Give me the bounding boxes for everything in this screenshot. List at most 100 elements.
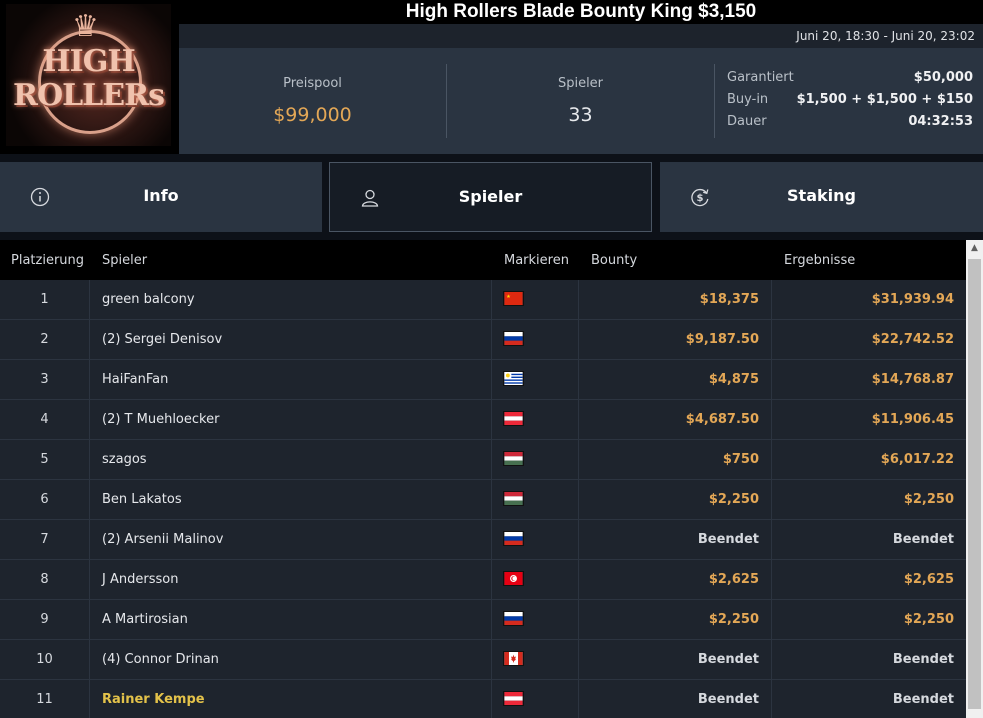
column-divider bbox=[491, 680, 492, 718]
duration-row: Dauer 04:32:53 bbox=[727, 114, 973, 136]
placement-cell: 6 bbox=[40, 492, 49, 507]
buyin-value: $1,500 + $1,500 + $150 bbox=[796, 92, 973, 107]
guaranteed-value: $50,000 bbox=[913, 70, 973, 85]
column-divider bbox=[491, 440, 492, 480]
players-label: Spieler bbox=[557, 76, 604, 91]
column-divider bbox=[771, 360, 772, 400]
tournament-details: Garantiert $50,000 Buy-in $1,500 + $1,50… bbox=[727, 70, 973, 136]
player-name-cell[interactable]: szagos bbox=[102, 440, 147, 480]
header-place[interactable]: Platzierung bbox=[11, 253, 84, 268]
bounty-cell: $2,250 bbox=[708, 612, 759, 627]
column-divider bbox=[578, 400, 579, 440]
placement-cell: 8 bbox=[40, 572, 49, 587]
high-rollers-logo: ♛ HIGH ROLLERs bbox=[0, 0, 179, 154]
bounty-cell: $750 bbox=[722, 452, 759, 467]
placement-cell: 4 bbox=[40, 412, 49, 427]
column-divider bbox=[89, 360, 90, 400]
table-row[interactable]: 7 (2) Arsenii Malinov Beendet Beendet bbox=[0, 520, 966, 560]
table-header: Platzierung Spieler Markieren Bounty Erg… bbox=[0, 240, 966, 280]
bounty-cell: $4,687.50 bbox=[685, 412, 759, 427]
table-row[interactable]: 9 A Martirosian $2,250 $2,250 bbox=[0, 600, 966, 640]
result-cell: $2,625 bbox=[903, 572, 954, 587]
prize-pool-label: Preispool bbox=[283, 76, 342, 91]
tab-players[interactable]: Spieler bbox=[329, 162, 652, 232]
placement-cell: 5 bbox=[40, 452, 49, 467]
tunisia-flag-icon bbox=[503, 571, 524, 587]
placement-cell: 3 bbox=[40, 372, 49, 387]
column-divider bbox=[89, 280, 90, 320]
column-divider bbox=[771, 640, 772, 680]
header-bounty[interactable]: Bounty bbox=[591, 253, 637, 268]
svg-text:★: ★ bbox=[506, 294, 511, 300]
scroll-thumb[interactable] bbox=[968, 259, 981, 709]
player-name-cell[interactable]: A Martirosian bbox=[102, 600, 188, 640]
header-player[interactable]: Spieler bbox=[102, 253, 147, 268]
china-flag-icon: ★ bbox=[503, 291, 524, 307]
bounty-cell: $9,187.50 bbox=[685, 332, 759, 347]
column-divider bbox=[89, 600, 90, 640]
column-divider bbox=[578, 320, 579, 360]
player-name-cell[interactable]: (2) Arsenii Malinov bbox=[102, 520, 223, 560]
player-name-cell[interactable]: Rainer Kempe bbox=[102, 680, 205, 718]
tab-players-label: Spieler bbox=[458, 187, 523, 206]
player-name-cell[interactable]: (2) Sergei Denisov bbox=[102, 320, 222, 360]
column-divider bbox=[578, 640, 579, 680]
column-divider bbox=[578, 600, 579, 640]
table-row[interactable]: 5 szagos $750 $6,017.22 bbox=[0, 440, 966, 480]
column-divider bbox=[578, 360, 579, 400]
column-divider bbox=[89, 520, 90, 560]
scroll-up-arrow-icon[interactable]: ▲ bbox=[966, 240, 983, 257]
table-row[interactable]: 11 Rainer Kempe Beendet Beendet bbox=[0, 680, 966, 718]
player-name-cell[interactable]: (2) T Muehloecker bbox=[102, 400, 219, 440]
column-divider bbox=[89, 560, 90, 600]
result-cell: $2,250 bbox=[903, 612, 954, 627]
russia-flag-icon bbox=[503, 531, 524, 547]
bounty-cell: Beendet bbox=[697, 692, 759, 707]
header-mark[interactable]: Markieren bbox=[504, 253, 569, 268]
table-row[interactable]: 8 J Andersson $2,625 $2,625 bbox=[0, 560, 966, 600]
player-name-cell[interactable]: Ben Lakatos bbox=[102, 480, 182, 520]
column-divider bbox=[491, 360, 492, 400]
column-divider bbox=[578, 440, 579, 480]
duration-label: Dauer bbox=[727, 114, 767, 129]
column-divider bbox=[491, 320, 492, 360]
table-row[interactable]: 1 green balcony ★ $18,375 $31,939.94 bbox=[0, 280, 966, 320]
players-stat: Spieler 33 bbox=[447, 48, 714, 154]
column-divider bbox=[771, 680, 772, 718]
crown-icon: ♛ bbox=[72, 9, 99, 44]
column-divider bbox=[771, 400, 772, 440]
stats-panel: Preispool $99,000 Spieler 33 Garantiert … bbox=[179, 48, 983, 154]
table-row[interactable]: 10 (4) Connor Drinan Beendet Beendet bbox=[0, 640, 966, 680]
header-results[interactable]: Ergebnisse bbox=[784, 253, 855, 268]
bounty-cell: $2,250 bbox=[708, 492, 759, 507]
tab-staking[interactable]: $ Staking bbox=[660, 162, 983, 232]
result-cell: Beendet bbox=[892, 692, 954, 707]
buyin-row: Buy-in $1,500 + $1,500 + $150 bbox=[727, 92, 973, 114]
table-row[interactable]: 2 (2) Sergei Denisov $9,187.50 $22,742.52 bbox=[0, 320, 966, 360]
title-bar: High Rollers Blade Bounty King $3,150 bbox=[179, 0, 983, 24]
table-row[interactable]: 3 HaiFanFan $4,875 $14,768.87 bbox=[0, 360, 966, 400]
player-name-cell[interactable]: HaiFanFan bbox=[102, 360, 168, 400]
russia-flag-icon bbox=[503, 331, 524, 347]
column-divider bbox=[89, 480, 90, 520]
column-divider bbox=[491, 520, 492, 560]
player-name-cell[interactable]: J Andersson bbox=[102, 560, 178, 600]
result-cell: Beendet bbox=[892, 652, 954, 667]
result-cell: $31,939.94 bbox=[871, 292, 954, 307]
table-row[interactable]: 4 (2) T Muehloecker $4,687.50 $11,906.45 bbox=[0, 400, 966, 440]
player-name-cell[interactable]: green balcony bbox=[102, 280, 195, 320]
canada-flag-icon bbox=[503, 651, 524, 667]
prize-pool-value: $99,000 bbox=[273, 104, 352, 126]
guaranteed-row: Garantiert $50,000 bbox=[727, 70, 973, 92]
player-name-cell[interactable]: (4) Connor Drinan bbox=[102, 640, 219, 680]
bounty-cell: $4,875 bbox=[708, 372, 759, 387]
hungary-flag-icon bbox=[503, 451, 524, 467]
column-divider bbox=[771, 600, 772, 640]
column-divider bbox=[578, 480, 579, 520]
bounty-cell: Beendet bbox=[697, 532, 759, 547]
players-value: 33 bbox=[568, 104, 593, 126]
column-divider bbox=[771, 320, 772, 360]
table-row[interactable]: 6 Ben Lakatos $2,250 $2,250 bbox=[0, 480, 966, 520]
tab-info[interactable]: Info bbox=[0, 162, 322, 232]
scrollbar[interactable]: ▲ bbox=[966, 240, 983, 718]
